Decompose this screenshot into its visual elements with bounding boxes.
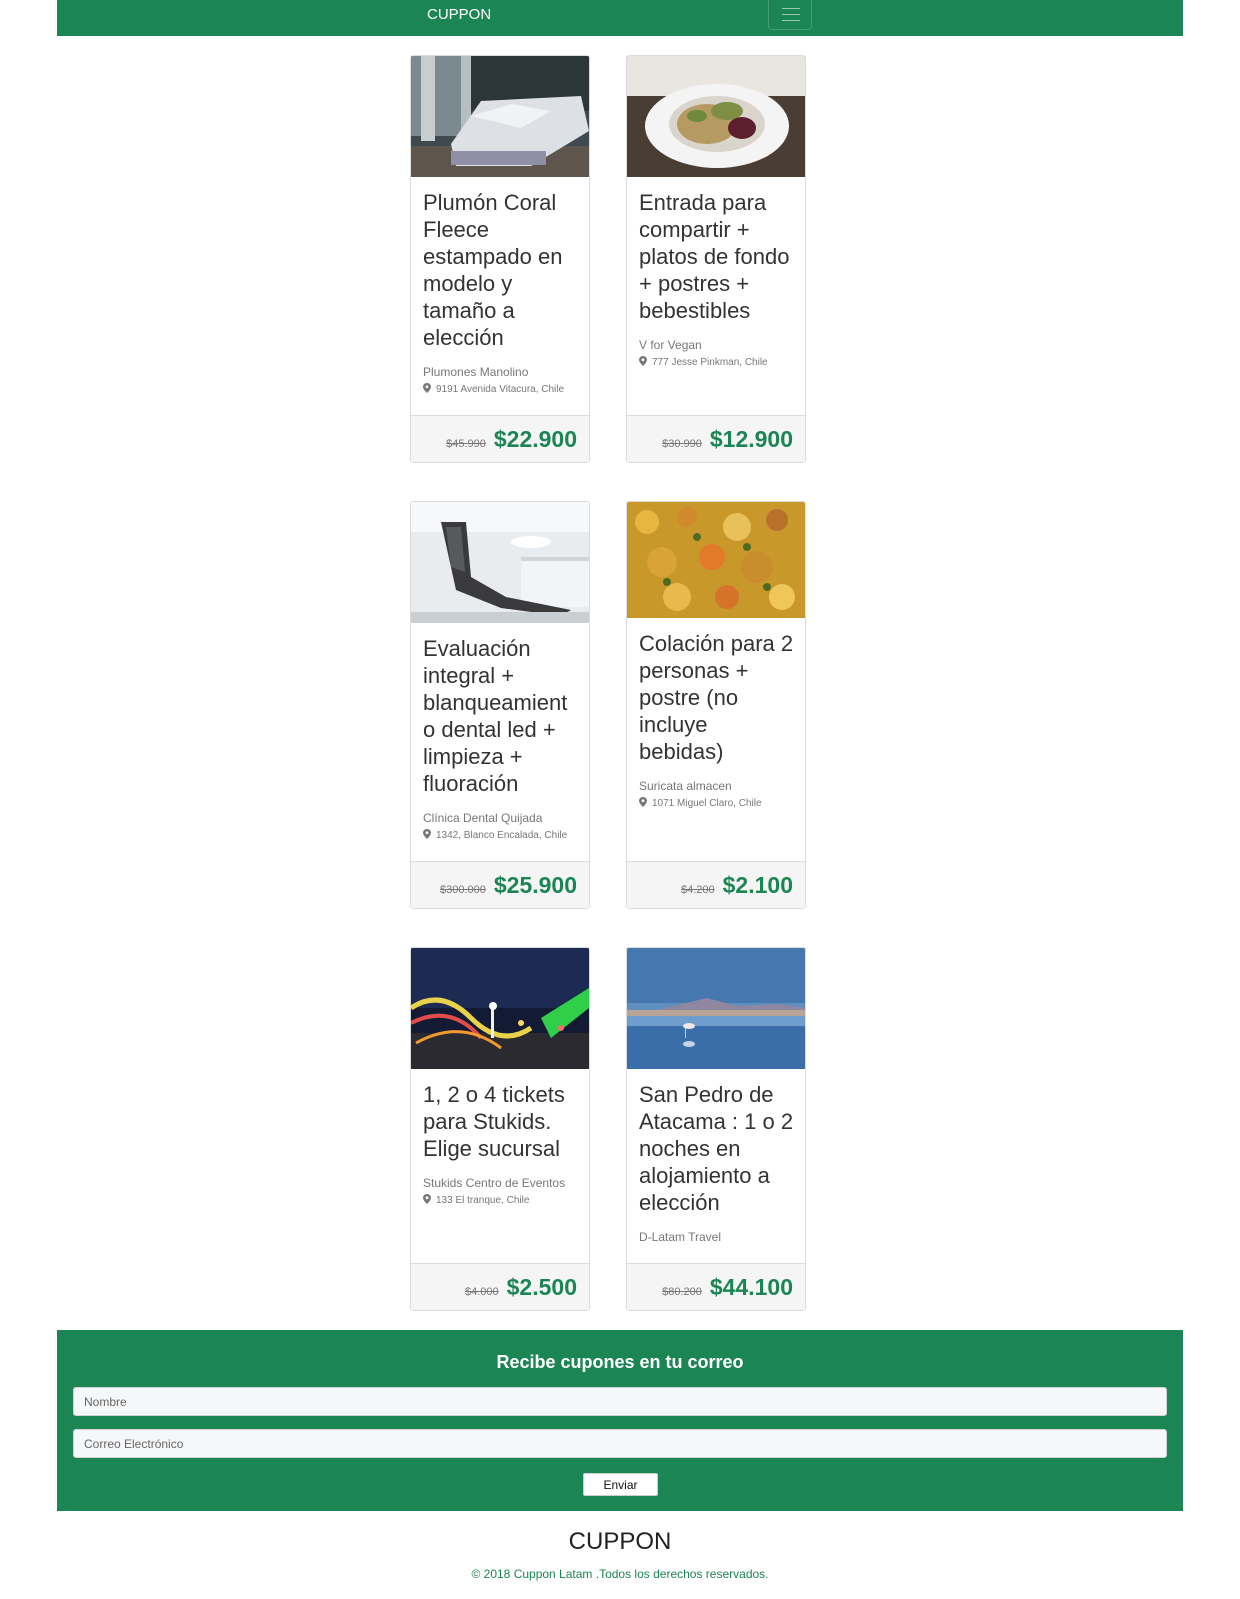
- deal-vendor: Suricata almacen: [639, 779, 732, 793]
- atacama-flamingo-photo[interactable]: [627, 948, 805, 1069]
- price-footer: $30.990 $12.900: [627, 415, 805, 462]
- name-input[interactable]: [73, 1387, 1167, 1416]
- deal-title[interactable]: Colación para 2 personas + postre (no in…: [639, 630, 795, 765]
- deal-address: 9191 Avenida Vitacura, Chile: [423, 383, 579, 396]
- deal-address: 1342, Blanco Encalada, Chile: [423, 829, 579, 842]
- deal-vendor: V for Vegan: [639, 338, 702, 352]
- deal-card[interactable]: San Pedro de Atacama : 1 o 2 noches en a…: [626, 947, 806, 1311]
- deal-title[interactable]: San Pedro de Atacama : 1 o 2 noches en a…: [639, 1081, 795, 1216]
- deal-price: $2.100: [722, 872, 793, 898]
- deal-price: $22.900: [493, 426, 577, 452]
- hamburger-menu-icon[interactable]: [768, 0, 812, 30]
- map-pin-icon: [423, 829, 431, 839]
- deal-card[interactable]: Colación para 2 personas + postre (no in…: [626, 501, 806, 909]
- amusement-park-photo[interactable]: [411, 948, 589, 1069]
- map-pin-icon: [639, 797, 647, 807]
- address-text: 1071 Miguel Claro, Chile: [652, 798, 762, 809]
- vegan-dish-photo[interactable]: [627, 56, 805, 177]
- deal-price: $44.100: [709, 1274, 793, 1300]
- deal-vendor: Plumones Manolino: [423, 365, 529, 379]
- map-pin-icon: [423, 383, 431, 393]
- old-price: $300.000: [439, 884, 486, 896]
- deal-title[interactable]: Plumón Coral Fleece estampado en modelo …: [423, 189, 579, 351]
- price-footer: $45.990 $22.900: [411, 415, 589, 462]
- deal-title[interactable]: Entrada para compartir + platos de fondo…: [639, 189, 795, 324]
- deal-card[interactable]: 1, 2 o 4 tickets para Stukids. Elige suc…: [410, 947, 590, 1311]
- newsletter-section: Recibe cupones en tu correo Enviar: [57, 1330, 1183, 1511]
- price-footer: $80.200 $44.100: [627, 1263, 805, 1310]
- old-price: $80.200: [662, 1286, 702, 1298]
- deal-card[interactable]: Entrada para compartir + platos de fondo…: [626, 55, 806, 463]
- navbar-brand[interactable]: CUPPON: [427, 0, 491, 36]
- address-text: 133 El tranque, Chile: [436, 1195, 530, 1206]
- address-text: 777 Jesse Pinkman, Chile: [652, 357, 768, 368]
- old-price: $4.000: [464, 1286, 499, 1298]
- top-navbar: CUPPON: [57, 0, 1183, 36]
- bedroom-photo[interactable]: [411, 56, 589, 177]
- deal-price: $12.900: [709, 426, 793, 452]
- deal-vendor: Stukids Centro de Eventos: [423, 1176, 566, 1190]
- address-text: 1342, Blanco Encalada, Chile: [436, 830, 568, 841]
- deal-address: 777 Jesse Pinkman, Chile: [639, 356, 795, 369]
- price-footer: $4.000 $2.500: [411, 1263, 589, 1310]
- deal-price: $2.500: [506, 1274, 577, 1300]
- deal-address: 1071 Miguel Claro, Chile: [639, 797, 795, 810]
- old-price: $4.200: [680, 884, 715, 896]
- footer-brand: CUPPON: [568, 1528, 672, 1555]
- map-pin-icon: [423, 1194, 431, 1204]
- old-price: $45.990: [446, 438, 486, 450]
- deal-card[interactable]: Evaluación integral + blanqueamiento den…: [410, 501, 590, 909]
- dental-clinic-photo[interactable]: [411, 502, 589, 623]
- map-pin-icon: [639, 356, 647, 366]
- food-photo[interactable]: [627, 502, 805, 618]
- deal-price: $25.900: [493, 872, 577, 898]
- old-price: $30.990: [662, 438, 702, 450]
- address-text: 9191 Avenida Vitacura, Chile: [436, 384, 565, 395]
- deal-title[interactable]: Evaluación integral + blanqueamiento den…: [423, 635, 579, 797]
- deal-vendor: D-Latam Travel: [639, 1230, 722, 1244]
- price-footer: $4.200 $2.100: [627, 861, 805, 908]
- deal-card[interactable]: Plumón Coral Fleece estampado en modelo …: [410, 55, 590, 463]
- price-footer: $300.000 $25.900: [411, 861, 589, 908]
- submit-button[interactable]: Enviar: [583, 1473, 658, 1496]
- email-input[interactable]: [73, 1429, 1167, 1458]
- copyright-text: © 2018 Cuppon Latam .Todos los derechos …: [471, 1567, 769, 1581]
- deal-vendor: Clínica Dental Quijada: [423, 811, 543, 825]
- newsletter-heading: Recibe cupones en tu correo: [496, 1352, 744, 1372]
- deal-title[interactable]: 1, 2 o 4 tickets para Stukids. Elige suc…: [423, 1081, 579, 1162]
- deal-address: 133 El tranque, Chile: [423, 1194, 579, 1207]
